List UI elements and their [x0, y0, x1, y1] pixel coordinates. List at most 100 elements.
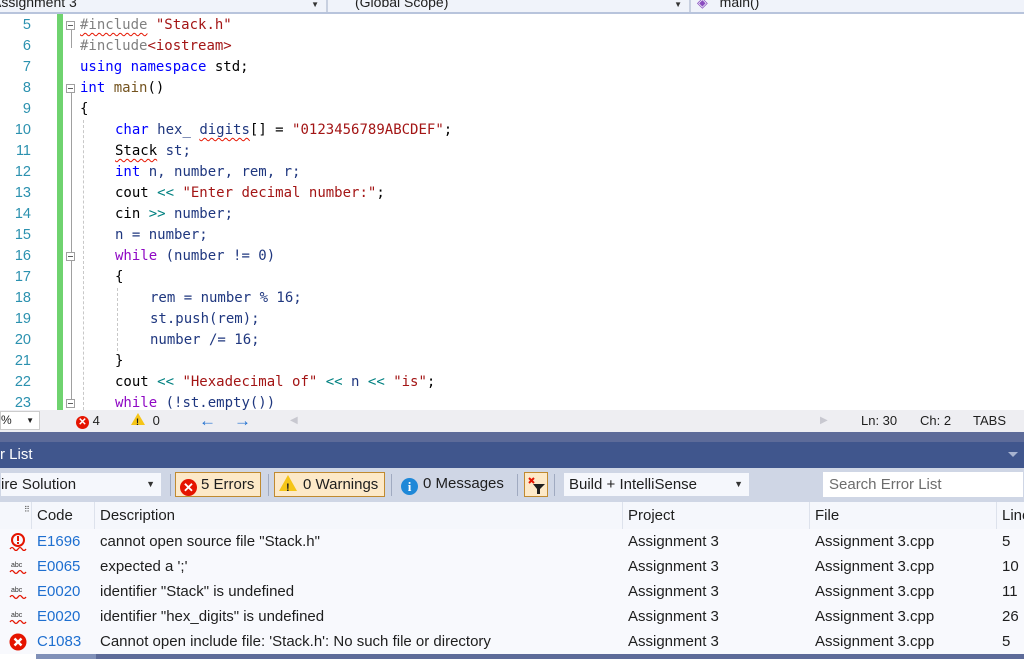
code-line-23: while (!st.empty()) [115, 395, 276, 410]
nav-separator [326, 0, 328, 12]
error-description: identifier "Stack" is undefined [100, 583, 295, 600]
build-error-icon [9, 633, 27, 651]
error-code[interactable]: E0020 [37, 604, 80, 629]
source-filter-value: Build + IntelliSense [569, 476, 697, 493]
spelling-error-icon: abc [9, 562, 27, 575]
toolbar-separator [170, 474, 171, 496]
error-code[interactable]: E0065 [37, 554, 80, 579]
error-line: 10 [1002, 558, 1019, 575]
scope-combo-value: (Global Scope) [355, 0, 449, 10]
code-line-11: Stack st; [115, 143, 191, 159]
code-line-13: cout << "Enter decimal number:"; [115, 185, 385, 201]
member-combo[interactable]: ◈ main() [693, 0, 1024, 12]
error-project: Assignment 3 [628, 583, 719, 600]
error-icon: ✕ [76, 416, 89, 429]
search-error-list-input[interactable]: Search Error List [822, 471, 1024, 498]
error-line: 5 [1002, 633, 1011, 650]
horizontal-scrollbar[interactable] [36, 654, 1024, 659]
error-project: Assignment 3 [628, 633, 719, 650]
error-line: 5 [1002, 533, 1011, 550]
column-header-file[interactable]: File [809, 502, 996, 529]
zoom-combo[interactable]: % ▼ [0, 411, 40, 430]
code-line-20: number /= 16; [150, 332, 260, 348]
error-list-header: ⠿ Code Description Project File Line [0, 502, 1024, 530]
toolbar-separator [391, 474, 392, 496]
warning-count-indicator[interactable]: 0 [131, 413, 160, 430]
project-combo[interactable]: Assignment 3 ▼ [0, 0, 325, 12]
scrollbar-thumb[interactable] [36, 654, 96, 659]
spelling-error-icon: abc [9, 612, 27, 625]
line-indicator: Ln: 30 [861, 413, 898, 428]
navigate-forward-icon[interactable]: → [234, 411, 251, 431]
error-list-toolbar: ire Solution ▼ ✕5 Errors 0 Warnings i 0 M… [0, 468, 1024, 502]
method-icon: ◈ [697, 0, 708, 10]
error-file: Assignment 3.cpp [815, 583, 935, 600]
column-options-icon[interactable]: ⠿ [24, 505, 30, 514]
error-description: identifier "hex_digits" is undefined [100, 608, 325, 625]
error-project: Assignment 3 [628, 533, 719, 550]
error-project: Assignment 3 [628, 608, 719, 625]
chevron-down-icon: ▼ [146, 479, 155, 489]
errors-toggle[interactable]: ✕ 5 Errors [175, 472, 262, 497]
scope-combo[interactable]: (Global Scope) ▼ [330, 0, 688, 12]
nav-separator [689, 0, 691, 12]
svg-text:abc: abc [11, 562, 23, 569]
warnings-toggle[interactable]: 0 Warnings [274, 472, 386, 500]
warning-icon [279, 475, 297, 500]
chevron-down-icon: ▼ [311, 0, 319, 9]
panel-title: r List [0, 446, 33, 463]
error-file: Assignment 3.cpp [815, 558, 935, 575]
source-filter-combo[interactable]: Build + IntelliSense ▼ [563, 472, 750, 497]
error-description: expected a ';' [100, 558, 188, 575]
svg-text:abc: abc [11, 612, 23, 619]
svg-text:abc: abc [11, 587, 23, 594]
error-line: 11 [1002, 583, 1018, 600]
error-code[interactable]: E0020 [37, 579, 80, 604]
error-row[interactable]: C1083 Cannot open include file: 'Stack.h… [0, 629, 1024, 654]
scroll-right-icon[interactable]: ▶ [820, 413, 828, 429]
code-line-17: { [115, 269, 124, 285]
errors-toggle-label: 5 Errors [201, 476, 255, 493]
toolbar-separator [554, 474, 555, 496]
code-editor[interactable]: 5 6 7 8 9 10 11 12 13 14 15 16 17 18 19 … [0, 14, 1024, 410]
toolbar-separator [517, 474, 518, 496]
column-header-description[interactable]: Description [94, 502, 622, 529]
error-code[interactable]: C1083 [37, 629, 81, 654]
member-combo-value: main() [719, 0, 760, 10]
error-row[interactable]: abc E0020 identifier "hex_digits" is und… [0, 604, 1024, 629]
scope-filter-value: ire Solution [1, 476, 77, 493]
code-line-15: n = number; [115, 227, 208, 243]
error-row[interactable]: abc E0065 expected a ';' Assignment 3 As… [0, 554, 1024, 579]
code-line-7: using namespace std; [80, 59, 249, 75]
column-header-code[interactable]: Code [31, 502, 94, 529]
info-icon: i [401, 478, 418, 495]
editor-status-bar: % ▼ ✕ 4 0 ← → ◀ ▶ Ln: 30 Ch: 2 TABS [0, 410, 1024, 432]
spelling-error-icon: abc [9, 587, 27, 600]
warnings-toggle-label: 0 Warnings [303, 476, 379, 493]
clear-filter-button[interactable] [524, 472, 548, 497]
panel-menu-icon[interactable] [1008, 452, 1018, 457]
column-header-line[interactable]: Line [996, 502, 1024, 529]
error-row[interactable]: E1696 cannot open source file "Stack.h" … [0, 529, 1024, 554]
panel-splitter[interactable] [0, 432, 1024, 442]
chevron-down-icon: ▼ [734, 479, 743, 489]
error-count: 4 [92, 413, 100, 428]
code-line-10: char hex_ digits[] = "0123456789ABCDEF"; [115, 122, 453, 138]
error-line: 26 [1002, 608, 1019, 625]
navigate-back-icon[interactable]: ← [199, 411, 216, 431]
navigation-bar: Assignment 3 ▼ (Global Scope) ▼ ◈ main() [0, 0, 1024, 14]
code-line-14: cin >> number; [115, 206, 234, 222]
column-header-project[interactable]: Project [622, 502, 809, 529]
warning-icon [131, 413, 145, 430]
error-code[interactable]: E1696 [37, 529, 80, 554]
messages-toggle[interactable]: i 0 Messages [401, 472, 504, 497]
warning-count: 0 [152, 413, 160, 428]
toolbar-separator [268, 474, 269, 496]
error-row[interactable]: abc E0020 identifier "Stack" is undefine… [0, 579, 1024, 604]
indent-indicator[interactable]: TABS [973, 413, 1006, 429]
error-count-indicator[interactable]: ✕ 4 [76, 413, 100, 429]
chevron-down-icon: ▼ [26, 416, 34, 425]
scope-filter-combo[interactable]: ire Solution ▼ [0, 472, 162, 497]
scroll-left-icon[interactable]: ◀ [290, 413, 298, 429]
error-icon: ✕ [180, 479, 197, 496]
